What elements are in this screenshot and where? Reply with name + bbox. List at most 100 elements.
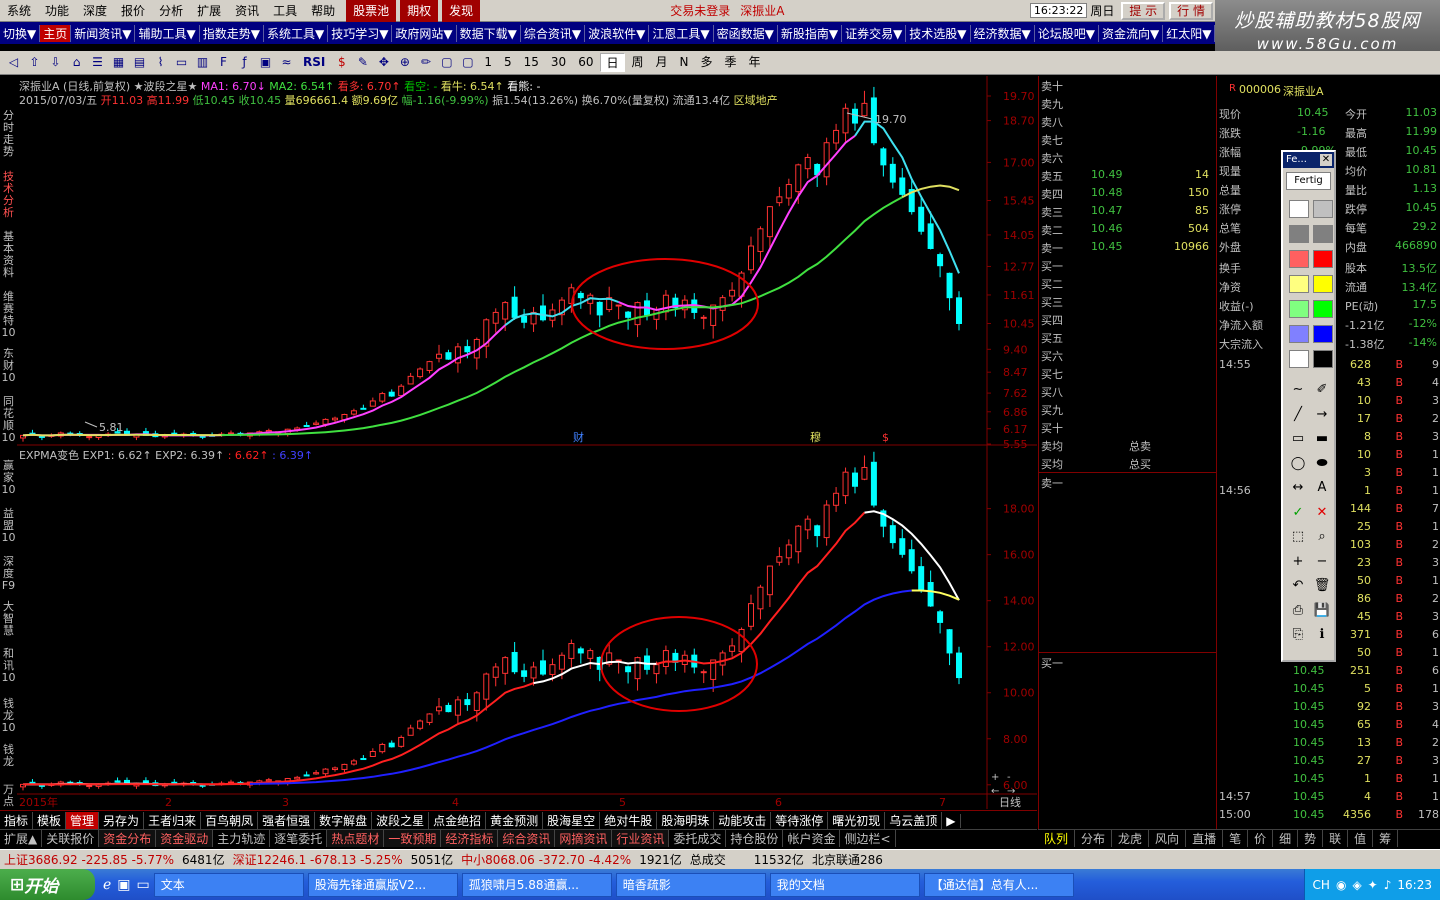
grid-icon[interactable]: ▦: [109, 53, 128, 72]
zoom-control[interactable]: →: [1007, 786, 1015, 797]
left-nav-item[interactable]: 钱龙: [1, 744, 16, 768]
fc-icon[interactable]: ▢: [458, 53, 477, 72]
color-swatch[interactable]: [1313, 200, 1333, 218]
trash-icon[interactable]: 🗑: [1311, 576, 1333, 596]
sh-index[interactable]: 上证3686.92 -225.85 -5.77%: [0, 851, 178, 868]
left-nav-item[interactable]: 益盟10: [1, 508, 16, 544]
tray-icon[interactable]: ◉: [1336, 878, 1346, 892]
right-panel-tab[interactable]: 笔: [1223, 830, 1249, 847]
period-button[interactable]: 1: [479, 53, 497, 72]
calc-icon[interactable]: ▣: [256, 53, 275, 72]
tip-button[interactable]: 提 示: [1121, 1, 1166, 20]
period-button[interactable]: 周: [627, 53, 649, 72]
menu-help[interactable]: 帮助: [304, 0, 342, 22]
delete-icon[interactable]: ✕: [1311, 503, 1333, 523]
extension-tab[interactable]: 侧边栏<: [840, 830, 896, 847]
color-swatch[interactable]: [1289, 350, 1309, 368]
chart-icon[interactable]: ▤: [130, 53, 149, 72]
extension-tab[interactable]: 综合资讯: [498, 830, 556, 847]
right-panel-tab[interactable]: 队列: [1038, 830, 1076, 847]
nav-item[interactable]: 红太阳▼: [1163, 24, 1215, 42]
rsi-button[interactable]: RSI: [298, 53, 330, 72]
ask-row[interactable]: 卖二 10.46 504: [1039, 220, 1217, 238]
menu-analysis[interactable]: 分析: [152, 0, 190, 22]
lang-indicator[interactable]: CH: [1313, 878, 1330, 892]
nav-item[interactable]: 资金流向▼: [1099, 24, 1164, 42]
zoom-icon[interactable]: ⌕: [1311, 527, 1333, 547]
indicator-tab[interactable]: 指标: [0, 812, 34, 829]
zoom-control[interactable]: ←: [991, 786, 999, 797]
left-nav-item[interactable]: 基本资料: [1, 231, 16, 279]
back-icon[interactable]: ◁: [4, 53, 23, 72]
menu-depth[interactable]: 深度: [76, 0, 114, 22]
color-swatch[interactable]: [1313, 300, 1333, 318]
ask-row[interactable]: 卖九: [1039, 94, 1217, 112]
period-button[interactable]: 30: [546, 53, 571, 72]
filled-rect-icon[interactable]: ▬: [1311, 429, 1333, 449]
period-button[interactable]: 60: [573, 53, 598, 72]
extension-tab[interactable]: 资金驱动: [156, 830, 214, 847]
nav-item[interactable]: 密函数据▼: [714, 24, 778, 42]
check-icon[interactable]: ✓: [1287, 503, 1309, 523]
menu-extend[interactable]: 扩展: [190, 0, 228, 22]
eraser-icon[interactable]: ✐: [1311, 380, 1333, 400]
nav-item[interactable]: 江恩工具▼: [649, 24, 714, 42]
nav-item[interactable]: 经济数据▼: [971, 24, 1035, 42]
extension-tab[interactable]: 一致预期: [384, 830, 442, 847]
taskbar-window-button[interactable]: 文本: [153, 872, 304, 897]
save-icon[interactable]: 💾: [1311, 601, 1333, 621]
menu-quote[interactable]: 报价: [114, 0, 152, 22]
indicator-tab[interactable]: 百鸟朝凤: [201, 812, 259, 829]
extension-tab[interactable]: 持仓股份: [726, 830, 784, 847]
indicator-tab[interactable]: 曙光初现: [828, 812, 886, 829]
nav-item[interactable]: 波浪软件▼: [585, 24, 650, 42]
add-icon[interactable]: +: [1287, 552, 1309, 572]
start-button[interactable]: ⊞ 开始: [0, 869, 95, 900]
period-button[interactable]: 15: [519, 53, 544, 72]
fs-icon[interactable]: ▢: [437, 53, 456, 72]
nav-item[interactable]: 政府网站▼: [392, 24, 457, 42]
extension-tab[interactable]: 行业资讯: [612, 830, 670, 847]
indicator-tab[interactable]: 点金绝招: [429, 812, 487, 829]
ask-row[interactable]: 卖七: [1039, 130, 1217, 148]
left-nav-item[interactable]: 深度F9: [1, 556, 16, 592]
up-icon[interactable]: ⇧: [25, 53, 44, 72]
table-icon[interactable]: ▥: [193, 53, 212, 72]
taskbar-window-button[interactable]: 我的文档: [769, 872, 920, 897]
left-nav-item[interactable]: 同花顺10: [1, 396, 16, 444]
sz-index[interactable]: 深证12246.1 -678.13 -5.25%: [229, 851, 407, 868]
taskbar-window-button[interactable]: 孤狼啸月5.88通赢...: [461, 872, 612, 897]
pencil-icon[interactable]: ✏: [416, 53, 435, 72]
ie-icon[interactable]: ℯ: [103, 877, 111, 893]
color-swatch[interactable]: [1289, 250, 1309, 268]
period-button[interactable]: 多: [696, 53, 718, 72]
extension-tab[interactable]: 主力轨迹: [213, 830, 271, 847]
menu-function[interactable]: 功能: [38, 0, 76, 22]
nav-item[interactable]: 论坛股吧▼: [1035, 24, 1099, 42]
color-swatch[interactable]: [1313, 350, 1333, 368]
copy-icon[interactable]: ⎘: [1287, 625, 1309, 645]
tray-icon[interactable]: ✦: [1368, 878, 1378, 892]
right-panel-tab[interactable]: 风向: [1149, 830, 1187, 847]
nav-item[interactable]: 证券交易▼: [842, 24, 907, 42]
indicator-tab[interactable]: 股海明珠: [657, 812, 715, 829]
wave-icon[interactable]: ≈: [277, 53, 296, 72]
dollar-icon[interactable]: $: [332, 53, 351, 72]
period-button[interactable]: 季: [720, 53, 742, 72]
indicator-tab[interactable]: 乌云盖顶: [885, 812, 943, 829]
bid-row[interactable]: 买九: [1039, 400, 1217, 418]
indicator-tab[interactable]: 等待涨停: [771, 812, 829, 829]
text-icon[interactable]: A: [1311, 478, 1333, 498]
event-marker[interactable]: 财: [573, 430, 584, 444]
double-arrow-icon[interactable]: ↔: [1287, 478, 1309, 498]
extension-tab[interactable]: 帐户资金: [783, 830, 841, 847]
minus-icon[interactable]: −: [1311, 552, 1333, 572]
color-swatch[interactable]: [1289, 325, 1309, 343]
ask-row[interactable]: 卖八: [1039, 112, 1217, 130]
toolbox-done-button[interactable]: Fertig: [1286, 172, 1331, 190]
taskbar-window-button[interactable]: 暗香疏影: [615, 872, 766, 897]
ellipse-icon[interactable]: ◯: [1287, 454, 1309, 474]
zoom-control[interactable]: -: [1007, 772, 1011, 783]
move-icon[interactable]: ✥: [374, 53, 393, 72]
color-swatch[interactable]: [1289, 200, 1309, 218]
